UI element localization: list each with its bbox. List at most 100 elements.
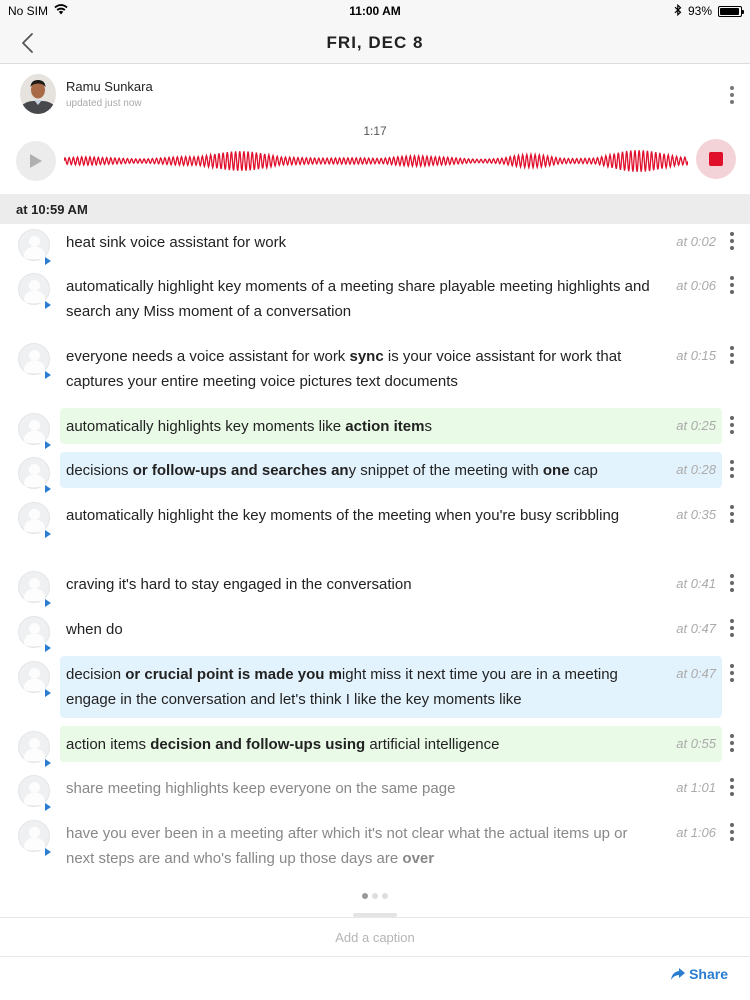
dot — [730, 830, 734, 834]
dot — [730, 678, 734, 682]
avatar[interactable] — [20, 74, 56, 114]
timestamp[interactable]: at 0:47 — [676, 621, 716, 636]
timestamp[interactable]: at 0:47 — [676, 666, 716, 681]
speaker-avatar[interactable] — [18, 413, 51, 449]
speaker-avatar[interactable] — [18, 661, 51, 697]
person-icon — [29, 668, 40, 679]
transcript-fragment: automatically highlight the key moments … — [66, 507, 620, 524]
more-options-button[interactable] — [728, 84, 736, 106]
transcript-fragment: craving it's hard to stay engaged in the… — [66, 576, 412, 593]
timestamp[interactable]: at 0:06 — [676, 278, 716, 293]
person-icon — [29, 464, 40, 475]
dot — [730, 512, 734, 516]
row-more-button[interactable] — [728, 276, 736, 294]
dot — [730, 823, 734, 827]
speaker-avatar[interactable] — [18, 820, 51, 856]
row-more-button[interactable] — [728, 664, 736, 682]
author-header: Ramu Sunkara updated just now — [0, 64, 750, 124]
caption-bar — [0, 917, 750, 957]
transcript-text: automatically highlight key moments of a… — [66, 274, 656, 324]
transcript-fragment: cap — [569, 462, 598, 479]
play-icon — [45, 530, 51, 538]
transcript-fragment: s — [424, 418, 432, 435]
transcript-fragment: y snippet of the meeting with — [348, 462, 543, 479]
person-icon — [29, 509, 40, 520]
dot — [730, 778, 734, 782]
transcript-fragment: action items — [66, 736, 151, 753]
author-info: Ramu Sunkara updated just now — [66, 79, 153, 109]
person-icon — [29, 827, 40, 838]
speaker-avatar[interactable] — [18, 616, 51, 652]
dot — [730, 467, 734, 471]
speaker-avatar[interactable] — [18, 775, 51, 811]
transcript-fragment: when do — [66, 621, 123, 638]
row-more-button[interactable] — [728, 574, 736, 592]
share-button[interactable]: Share — [671, 966, 728, 982]
dot — [730, 664, 734, 668]
row-more-button[interactable] — [728, 346, 736, 364]
caption-input[interactable] — [225, 929, 525, 945]
row-more-button[interactable] — [728, 619, 736, 637]
transcript-text: automatically highlights key moments lik… — [66, 414, 656, 439]
speaker-avatar[interactable] — [18, 229, 51, 265]
dot — [730, 85, 734, 90]
person-icon-body — [24, 589, 45, 601]
row-more-button[interactable] — [728, 460, 736, 478]
transcript-list: heat sink voice assistant for work at 0:0… — [0, 224, 750, 874]
person-icon-body — [24, 431, 45, 443]
dot — [730, 460, 734, 464]
back-button[interactable] — [14, 28, 40, 58]
timestamp[interactable]: at 0:02 — [676, 234, 716, 249]
play-icon — [45, 301, 51, 309]
dot — [730, 505, 734, 509]
battery-percent: 93% — [687, 4, 712, 18]
row-more-button[interactable] — [728, 734, 736, 752]
timestamp[interactable]: at 0:35 — [676, 507, 716, 522]
dot — [730, 581, 734, 585]
share-label: Share — [689, 966, 728, 982]
timestamp[interactable]: at 0:25 — [676, 418, 716, 433]
row-more-button[interactable] — [728, 232, 736, 250]
dot — [730, 423, 734, 427]
stop-recording-button[interactable] — [696, 139, 736, 179]
transcript-fragment: over — [402, 850, 435, 867]
waveform-path — [64, 150, 688, 172]
speaker-avatar[interactable] — [18, 731, 51, 767]
speaker-avatar[interactable] — [18, 343, 51, 379]
battery-icon — [718, 5, 744, 17]
row-more-button[interactable] — [728, 505, 736, 523]
row-more-button[interactable] — [728, 823, 736, 841]
status-left: No SIM — [8, 4, 68, 18]
timestamp[interactable]: at 1:01 — [676, 780, 716, 795]
transcript-fragment: automatically highlights key moments lik… — [66, 418, 346, 435]
dot — [730, 837, 734, 841]
transcript-text: share meeting highlights keep everyone o… — [66, 776, 656, 801]
person-icon — [29, 578, 40, 589]
timestamp[interactable]: at 0:15 — [676, 348, 716, 363]
person-icon-body — [24, 247, 45, 259]
person-icon — [29, 738, 40, 749]
row-more-button[interactable] — [728, 778, 736, 796]
dot — [730, 748, 734, 752]
transcript-fragment: or follow-ups and searches an — [132, 462, 349, 479]
play-button[interactable] — [16, 141, 56, 181]
timestamp[interactable]: at 0:28 — [676, 462, 716, 477]
waveform[interactable] — [64, 136, 688, 186]
status-right: 93% — [674, 3, 744, 19]
row-more-button[interactable] — [728, 416, 736, 434]
stop-icon — [709, 152, 723, 166]
dot — [730, 574, 734, 578]
speaker-avatar[interactable] — [18, 457, 51, 493]
page-dot — [372, 893, 378, 899]
transcript-fragment: automatically highlight key moments of a… — [66, 278, 650, 320]
speaker-avatar[interactable] — [18, 502, 51, 538]
transcript-text: when do — [66, 617, 656, 642]
play-icon — [45, 371, 51, 379]
timestamp[interactable]: at 0:55 — [676, 736, 716, 751]
play-icon — [30, 154, 42, 168]
speaker-avatar[interactable] — [18, 571, 51, 607]
speaker-avatar[interactable] — [18, 273, 51, 309]
timestamp[interactable]: at 1:06 — [676, 825, 716, 840]
timestamp[interactable]: at 0:41 — [676, 576, 716, 591]
transcript-fragment: sync — [349, 348, 384, 365]
